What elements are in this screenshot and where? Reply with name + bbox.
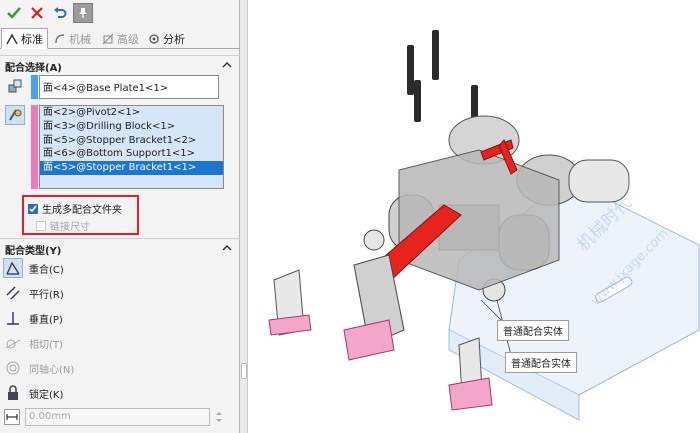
advanced-mate-icon	[102, 33, 114, 44]
section-divider	[0, 238, 240, 239]
tangent-icon	[5, 339, 21, 349]
mate-parallel[interactable]: 平行(R)	[3, 282, 64, 304]
analysis-icon	[149, 33, 159, 44]
pin-button[interactable]	[73, 3, 93, 23]
parallel-icon	[6, 286, 20, 300]
mate-concentric[interactable]: 同轴心(N)	[3, 357, 74, 379]
entities-to-mate-icon	[5, 76, 25, 96]
list-item[interactable]: 面<5>@Stopper Bracket1<2>	[40, 134, 223, 148]
mate-entity-field[interactable]: 面<4>@Base Plate1<1>	[39, 75, 219, 99]
multi-mate-icon[interactable]	[5, 105, 25, 125]
ok-button[interactable]	[4, 3, 24, 23]
standard-mate-icon	[6, 33, 18, 44]
callout-text: 普通配合实体	[503, 327, 563, 338]
property-toolbar	[0, 0, 240, 26]
mate-types-header[interactable]: 配合类型(Y)	[0, 240, 240, 258]
distance-row: 0.00mm	[4, 408, 223, 426]
tab-advanced-label: 高级	[117, 32, 139, 46]
pushpin-icon	[79, 8, 87, 18]
x-icon	[31, 7, 43, 19]
mate-tangent[interactable]: 相切(T)	[3, 332, 63, 354]
callout-mate-entity-1: 普通配合实体	[497, 320, 569, 341]
spinner-icon[interactable]	[215, 410, 223, 424]
mate-selections-title: 配合选择(A)	[5, 62, 62, 74]
selection-color-bar-blue	[31, 75, 38, 99]
highlight-annotation-box	[22, 195, 139, 235]
tab-standard[interactable]: 标准	[1, 28, 48, 49]
mate-perpendicular[interactable]: 垂直(P)	[3, 307, 63, 329]
collapse-arrow-icon	[222, 62, 232, 68]
panel-splitter[interactable]	[240, 0, 248, 433]
splitter-grip[interactable]	[241, 363, 247, 379]
coincident-icon	[6, 261, 20, 275]
bolts	[407, 30, 478, 130]
mate-types-title: 配合类型(Y)	[5, 245, 62, 257]
list-item[interactable]: 面<6>@Bottom Support1<1>	[40, 147, 223, 161]
cancel-button[interactable]	[27, 3, 47, 23]
mate-concentric-label: 同轴心(N)	[29, 364, 75, 376]
mate-perpendicular-label: 垂直(P)	[29, 314, 63, 326]
undo-button[interactable]	[50, 3, 70, 23]
property-manager-panel: 标准 机械 高级 分析 配合选择(A) 面<4>@Base Plate1<1> …	[0, 0, 240, 433]
mechanical-mate-icon	[55, 33, 65, 43]
mate-coincident-label: 重合(C)	[29, 264, 64, 276]
mate-selections-header[interactable]: 配合选择(A)	[0, 57, 240, 75]
distance-icon	[4, 409, 20, 425]
list-item[interactable]: 面<3>@Drilling Block<1>	[40, 120, 223, 134]
mate-lock[interactable]: 锁定(K)	[3, 382, 63, 404]
concentric-icon	[6, 361, 20, 375]
tab-advanced[interactable]: 高级	[98, 28, 143, 49]
selection-color-bar-pink	[31, 105, 38, 189]
distance-input[interactable]: 0.00mm	[25, 408, 210, 426]
graphics-viewport[interactable]: 普通配合实体 普通配合实体 机械时代 www.jxage.com	[249, 0, 700, 433]
collapse-arrow-icon	[222, 245, 232, 251]
perpendicular-icon	[7, 312, 19, 325]
mate-coincident[interactable]: 重合(C)	[3, 257, 64, 279]
list-item[interactable]: 面<2>@Pivot2<1>	[40, 106, 223, 120]
mate-parallel-label: 平行(R)	[29, 289, 64, 301]
tab-analysis-label: 分析	[163, 32, 185, 46]
multi-mate-entity-list[interactable]: 面<2>@Pivot2<1> 面<3>@Drilling Block<1> 面<…	[39, 105, 224, 189]
mate-tangent-label: 相切(T)	[29, 339, 63, 351]
tab-standard-label: 标准	[21, 32, 43, 46]
tab-mechanical-label: 机械	[69, 32, 91, 46]
mate-lock-label: 锁定(K)	[29, 389, 64, 401]
tab-analysis[interactable]: 分析	[144, 28, 189, 49]
list-item-selected[interactable]: 面<5>@Stopper Bracket1<1>	[40, 161, 223, 175]
distance-value: 0.00mm	[29, 411, 71, 422]
assembly-model[interactable]	[249, 0, 700, 433]
check-icon	[7, 7, 21, 19]
tab-mechanical[interactable]: 机械	[50, 28, 95, 49]
section-divider	[0, 55, 240, 56]
mate-tabs: 标准 机械 高级 分析	[0, 27, 240, 49]
callout-text: 普通配合实体	[511, 359, 571, 370]
main-body	[398, 149, 560, 291]
mate-entity-value: 面<4>@Base Plate1<1>	[43, 83, 169, 94]
undo-icon	[54, 7, 67, 18]
lock-icon	[8, 385, 18, 400]
callout-mate-entity-2: 普通配合实体	[505, 352, 577, 373]
